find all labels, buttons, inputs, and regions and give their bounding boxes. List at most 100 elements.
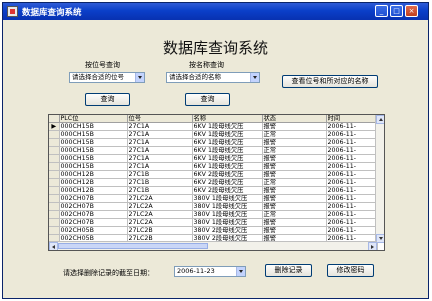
position-cell[interactable]: 27C1A <box>127 122 193 132</box>
table-row[interactable]: 002CH07B 27LC2A 380V 1段母线欠压 报警 2006-11- <box>49 218 378 228</box>
name-dropdown-icon[interactable] <box>250 73 259 82</box>
status-cell[interactable]: 报警 <box>262 226 327 236</box>
status-cell[interactable]: 正常 <box>262 210 327 220</box>
time-cell[interactable]: 2006-11- <box>326 210 378 220</box>
status-cell[interactable]: 正常 <box>262 178 327 188</box>
name-cell[interactable]: 6KV 1段母线欠压 <box>192 146 263 156</box>
name-cell[interactable]: 380V 1段母线欠压 <box>192 202 263 212</box>
table-row[interactable]: 000CH12B 27C1B 6KV 2段母线欠压 报警 2006-11- <box>49 170 378 180</box>
time-cell[interactable]: 2006-11- <box>326 178 378 188</box>
position-dropdown-icon[interactable] <box>135 73 144 82</box>
plc-cell[interactable]: 002CH07B <box>59 194 128 204</box>
query-by-name-button[interactable]: 查询 <box>185 93 230 106</box>
status-cell[interactable]: 报警 <box>262 202 327 212</box>
column-header-status[interactable]: 状态 <box>262 115 327 124</box>
plc-cell[interactable]: 000CH15B <box>59 130 128 140</box>
plc-cell[interactable]: 000CH12B <box>59 170 128 180</box>
row-selector[interactable] <box>49 194 60 204</box>
position-cell[interactable]: 27LC2A <box>127 210 193 220</box>
horizontal-scroll-thumb[interactable] <box>58 243 208 249</box>
delete-date-picker[interactable]: 2006-11-23 <box>174 266 246 277</box>
position-combo[interactable]: 请选择合适的位号 <box>69 72 145 83</box>
time-cell[interactable]: 2006-11- <box>326 186 378 196</box>
column-header-position[interactable]: 位号 <box>127 115 193 124</box>
table-row[interactable]: 002CH05B27LC2B380V 2段母线欠压报警2006-11- <box>49 226 378 236</box>
table-row[interactable]: 000CH15B 27C1A 6KV 1段母线欠压 报警 2006-11- <box>49 138 378 148</box>
name-cell[interactable]: 380V 1段母线欠压 <box>192 210 263 220</box>
row-selector[interactable] <box>49 162 60 172</box>
row-selector[interactable]: ▶ <box>49 122 60 132</box>
scroll-down-icon[interactable] <box>376 234 384 243</box>
table-row[interactable]: 000CH12B 27C1B 6KV 2段母线欠压 正常 2006-11- <box>49 178 378 188</box>
table-row[interactable]: 002CH07B 27LC2A 380V 1段母线欠压 正常 2006-11- <box>49 210 378 220</box>
position-cell[interactable]: 27C1B <box>127 170 193 180</box>
time-cell[interactable]: 2006-11- <box>326 218 378 228</box>
records-grid[interactable]: PLC位 位号 名称 状态 时间 ▶ 000CH15B 27C1A 6KV 1段母线欠… <box>48 114 385 251</box>
name-cell[interactable]: 6KV 1段母线欠压 <box>192 130 263 140</box>
row-selector[interactable] <box>49 138 60 148</box>
name-combo[interactable]: 请选择合适的名称 <box>166 72 260 83</box>
row-selector[interactable] <box>49 202 60 212</box>
plc-cell[interactable]: 000CH15B <box>59 162 128 172</box>
status-cell[interactable]: 报警 <box>262 154 327 164</box>
status-cell[interactable]: 报警 <box>262 218 327 228</box>
name-cell[interactable]: 380V 1段母线欠压 <box>192 194 263 204</box>
plc-cell[interactable]: 000CH15B <box>59 122 128 132</box>
position-cell[interactable]: 27C1A <box>127 154 193 164</box>
position-cell[interactable]: 27C1B <box>127 186 193 196</box>
time-cell[interactable]: 2006-11- <box>326 146 378 156</box>
name-cell[interactable]: 6KV 2段母线欠压 <box>192 186 263 196</box>
name-cell[interactable]: 380V 1段母线欠压 <box>192 218 263 228</box>
table-row[interactable]: 000CH12B 27C1B 6KV 2段母线欠压 报警 2006-11- <box>49 186 378 196</box>
name-cell[interactable]: 6KV 1段母线欠压 <box>192 154 263 164</box>
vertical-scrollbar[interactable] <box>375 115 384 243</box>
position-cell[interactable]: 27C1A <box>127 138 193 148</box>
maximize-button[interactable]: □ <box>390 5 403 17</box>
plc-cell[interactable]: 002CH05B <box>59 226 128 236</box>
status-cell[interactable]: 报警 <box>262 162 327 172</box>
minimize-button[interactable]: _ <box>375 5 388 17</box>
table-row[interactable]: 002CH07B 27LC2A 380V 1段母线欠压 报警 2006-11- <box>49 194 378 204</box>
row-selector[interactable] <box>49 226 60 236</box>
row-selector[interactable] <box>49 146 60 156</box>
position-cell[interactable]: 27LC2B <box>127 226 193 236</box>
table-row[interactable]: 000CH15B 27C1A 6KV 1段母线欠压 正常 2006-11- <box>49 146 378 156</box>
row-selector[interactable] <box>49 170 60 180</box>
position-cell[interactable]: 27LC2A <box>127 194 193 204</box>
status-cell[interactable]: 正常 <box>262 146 327 156</box>
time-cell[interactable]: 2006-11- <box>326 154 378 164</box>
status-cell[interactable]: 报警 <box>262 186 327 196</box>
name-cell[interactable]: 6KV 1段母线欠压 <box>192 122 263 132</box>
scroll-left-icon[interactable] <box>49 242 58 250</box>
time-cell[interactable]: 2006-11- <box>326 138 378 148</box>
position-cell[interactable]: 27LC2A <box>127 218 193 228</box>
row-selector[interactable] <box>49 186 60 196</box>
table-row[interactable]: ▶ 000CH15B 27C1A 6KV 1段母线欠压 报警 2006-11- <box>49 122 378 132</box>
plc-cell[interactable]: 000CH15B <box>59 154 128 164</box>
table-row[interactable]: 002CH07B 27LC2A 380V 1段母线欠压 报警 2006-11- <box>49 202 378 212</box>
time-cell[interactable]: 2006-11- <box>326 170 378 180</box>
plc-cell[interactable]: 002CH07B <box>59 210 128 220</box>
delete-records-button[interactable]: 删除记录 <box>265 264 312 277</box>
row-selector[interactable] <box>49 218 60 228</box>
name-cell[interactable]: 6KV 1段母线欠压 <box>192 162 263 172</box>
horizontal-scrollbar[interactable] <box>49 241 377 250</box>
row-selector[interactable] <box>49 178 60 188</box>
column-header-plc[interactable]: PLC位 <box>59 115 128 124</box>
status-cell[interactable]: 正常 <box>262 130 327 140</box>
position-cell[interactable]: 27C1A <box>127 130 193 140</box>
time-cell[interactable]: 2006-11- <box>326 226 378 236</box>
plc-cell[interactable]: 000CH15B <box>59 146 128 156</box>
status-cell[interactable]: 报警 <box>262 170 327 180</box>
row-selector[interactable] <box>49 130 60 140</box>
change-password-button[interactable]: 修改密码 <box>327 264 374 277</box>
time-cell[interactable]: 2006-11- <box>326 202 378 212</box>
position-cell[interactable]: 27C1A <box>127 162 193 172</box>
status-cell[interactable]: 报警 <box>262 122 327 132</box>
status-cell[interactable]: 报警 <box>262 138 327 148</box>
view-position-names-button[interactable]: 查看位号和所对应的名称 <box>282 75 378 88</box>
plc-cell[interactable]: 002CH07B <box>59 202 128 212</box>
scroll-up-icon[interactable] <box>376 115 384 124</box>
name-cell[interactable]: 380V 2段母线欠压 <box>192 226 263 236</box>
time-cell[interactable]: 2006-11- <box>326 194 378 204</box>
